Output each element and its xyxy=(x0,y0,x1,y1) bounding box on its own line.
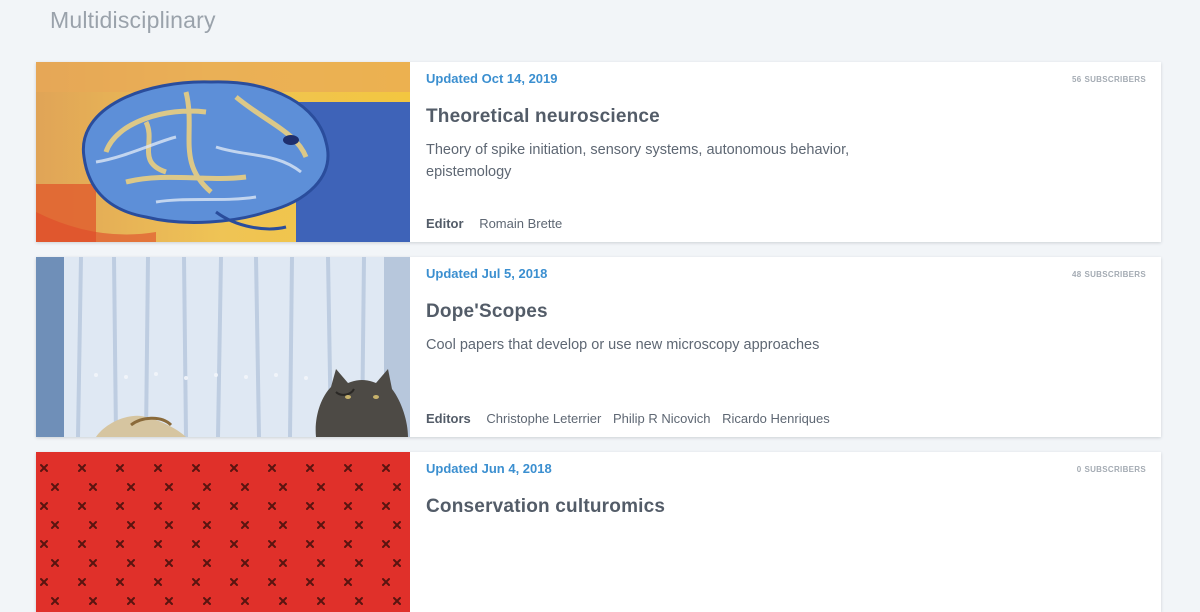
subscriber-number: 56 xyxy=(1071,75,1082,84)
collection-thumbnail[interactable] xyxy=(36,257,410,437)
editors-row: Editor Romain Brette xyxy=(426,216,570,231)
collection-title[interactable]: Theoretical neuroscience xyxy=(426,106,660,128)
collection-thumbnail[interactable] xyxy=(36,452,410,612)
updated-date: Updated Jun 4, 2018 xyxy=(426,461,552,476)
editor-link[interactable]: Philip R Nicovich xyxy=(613,411,711,426)
editors-label: Editor xyxy=(426,216,464,231)
collection-title[interactable]: Conservation culturomics xyxy=(426,496,665,518)
collection-title[interactable]: Dope'Scopes xyxy=(426,301,548,323)
collection-body: Updated Jul 5, 2018 48 SUBSCRIBERS Dope'S… xyxy=(426,257,1146,437)
editor-link[interactable]: Christophe Leterrier xyxy=(486,411,601,426)
collection-card[interactable]: Updated Jul 5, 2018 48 SUBSCRIBERS Dope'S… xyxy=(36,257,1161,437)
collection-description: Theory of spike initiation, sensory syst… xyxy=(426,142,850,180)
subscriber-count: 56 SUBSCRIBERS xyxy=(1069,75,1146,84)
collection-thumbnail[interactable] xyxy=(36,62,410,242)
subscriber-label: SUBSCRIBERS xyxy=(1084,270,1146,279)
editors-label: Editors xyxy=(426,411,471,426)
editors-row: Editors Christophe Leterrier Philip R Ni… xyxy=(426,411,838,426)
subscriber-count: 0 SUBSCRIBERS xyxy=(1074,465,1146,474)
collection-body: Updated Oct 14, 2019 56 SUBSCRIBERS Theor… xyxy=(426,62,1146,242)
updated-date: Updated Oct 14, 2019 xyxy=(426,71,558,86)
editor-link[interactable]: Romain Brette xyxy=(479,216,562,231)
updated-date: Updated Jul 5, 2018 xyxy=(426,266,548,281)
collection-body: Updated Jun 4, 2018 0 SUBSCRIBERS Conserv… xyxy=(426,452,1146,612)
subscriber-label: SUBSCRIBERS xyxy=(1084,75,1146,84)
cat-by-window-image xyxy=(36,257,410,437)
subscriber-label: SUBSCRIBERS xyxy=(1084,465,1146,474)
red-cross-pattern-image xyxy=(36,452,410,612)
collection-card[interactable]: Updated Jun 4, 2018 0 SUBSCRIBERS Conserv… xyxy=(36,452,1161,612)
collection-description: Cool papers that develop or use new micr… xyxy=(426,337,820,353)
brain-painting-image xyxy=(36,62,410,242)
subscriber-count: 48 SUBSCRIBERS xyxy=(1069,270,1146,279)
collection-card[interactable]: Updated Oct 14, 2019 56 SUBSCRIBERS Theor… xyxy=(36,62,1161,242)
subscriber-number: 0 xyxy=(1076,465,1082,474)
editor-link[interactable]: Ricardo Henriques xyxy=(722,411,830,426)
subscriber-number: 48 xyxy=(1071,270,1082,279)
section-title: Multidisciplinary xyxy=(50,7,216,33)
